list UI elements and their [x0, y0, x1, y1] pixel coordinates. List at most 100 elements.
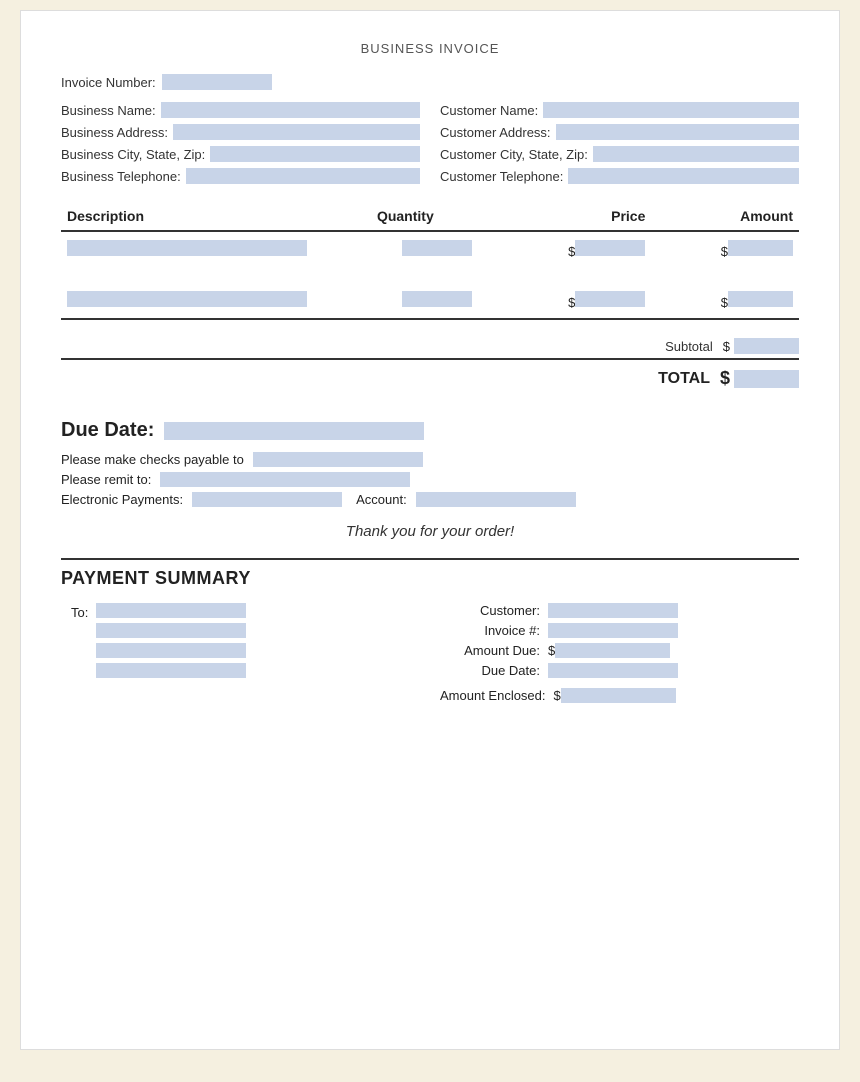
business-city-row: Business City, State, Zip: — [61, 146, 420, 162]
ps-amount-due-field[interactable] — [555, 643, 670, 658]
total-row: TOTAL $ — [61, 358, 799, 399]
ps-to-row: To: — [71, 603, 420, 678]
customer-telephone-field[interactable] — [568, 168, 799, 184]
remit-to-row: Please remit to: — [61, 472, 799, 487]
amount-enclosed-dollar: $ — [554, 688, 561, 703]
item1-qty-cell — [371, 231, 504, 267]
customer-city-field[interactable] — [593, 146, 799, 162]
business-address-field[interactable] — [173, 124, 420, 140]
item1-desc-field[interactable] — [67, 240, 307, 256]
customer-name-field[interactable] — [543, 102, 799, 118]
item1-desc-cell — [61, 231, 371, 267]
item1-price-dollar: $ — [568, 244, 575, 259]
total-dollar: $ — [720, 368, 730, 389]
item2-price-field[interactable] — [575, 291, 645, 307]
business-name-row: Business Name: — [61, 102, 420, 118]
item2-amount-dollar: $ — [721, 295, 728, 310]
ps-invoice-row: Invoice #: — [440, 623, 799, 638]
due-date-row: Due Date: — [61, 419, 799, 442]
page-title: BUSINESS INVOICE — [61, 41, 799, 56]
item1-amount-dollar: $ — [721, 244, 728, 259]
business-telephone-label: Business Telephone: — [61, 169, 181, 184]
business-name-label: Business Name: — [61, 103, 156, 118]
subtotal-row: Subtotal $ — [61, 330, 799, 358]
item1-price-field[interactable] — [575, 240, 645, 256]
ps-to-label: To: — [71, 603, 88, 620]
payment-summary-grid: To: Customer: Invoice #: Amount Due: — [61, 603, 799, 703]
account-field[interactable] — [416, 492, 576, 507]
item2-desc-cell — [61, 283, 371, 319]
table-row: $ $ — [61, 231, 799, 267]
customer-city-row: Customer City, State, Zip: — [440, 146, 799, 162]
customer-name-row: Customer Name: — [440, 102, 799, 118]
col-header-quantity: Quantity — [371, 204, 504, 231]
customer-telephone-label: Customer Telephone: — [440, 169, 563, 184]
ps-left: To: — [61, 603, 420, 703]
thank-you-message: Thank you for your order! — [61, 523, 799, 540]
item2-qty-cell — [371, 283, 504, 319]
business-address-label: Business Address: — [61, 125, 168, 140]
invoice-number-label: Invoice Number: — [61, 75, 156, 90]
col-header-amount: Amount — [651, 204, 799, 231]
amount-enclosed-row: Amount Enclosed: $ — [440, 688, 799, 703]
ps-due-date-field[interactable] — [548, 663, 678, 678]
ps-amount-due-dollar: $ — [548, 643, 555, 658]
ps-invoice-field[interactable] — [548, 623, 678, 638]
checks-payable-label: Please make checks payable to — [61, 452, 244, 467]
ps-invoice-label: Invoice #: — [440, 623, 540, 638]
due-date-label: Due Date: — [61, 419, 154, 442]
item2-desc-field[interactable] — [67, 291, 307, 307]
customer-name-label: Customer Name: — [440, 103, 538, 118]
checks-payable-row: Please make checks payable to — [61, 452, 799, 467]
subtotal-field[interactable] — [734, 338, 799, 354]
item2-amount-cell: $ — [651, 283, 799, 319]
checks-payable-field[interactable] — [253, 452, 423, 467]
ps-right: Customer: Invoice #: Amount Due: $ Due D… — [440, 603, 799, 703]
customer-city-label: Customer City, State, Zip: — [440, 147, 588, 162]
total-label: TOTAL — [590, 370, 710, 388]
amount-enclosed-field[interactable] — [561, 688, 676, 703]
subtotal-dollar: $ — [723, 339, 730, 354]
remit-to-label: Please remit to: — [61, 472, 151, 487]
items-table: Description Quantity Price Amount $ $ — [61, 204, 799, 320]
electronic-field[interactable] — [192, 492, 342, 507]
total-field[interactable] — [734, 370, 799, 388]
item1-qty-field[interactable] — [402, 240, 472, 256]
customer-address-row: Customer Address: — [440, 124, 799, 140]
electronic-label: Electronic Payments: — [61, 492, 183, 507]
item2-price-dollar: $ — [568, 295, 575, 310]
business-telephone-row: Business Telephone: — [61, 168, 420, 184]
item2-amount-field[interactable] — [728, 291, 793, 307]
amount-enclosed-label: Amount Enclosed: — [440, 688, 546, 703]
spacer-row — [61, 267, 799, 283]
item2-qty-field[interactable] — [402, 291, 472, 307]
customer-address-field[interactable] — [556, 124, 799, 140]
ps-amount-due-row: Amount Due: $ — [440, 643, 799, 658]
business-city-label: Business City, State, Zip: — [61, 147, 205, 162]
item1-amount-field[interactable] — [728, 240, 793, 256]
ps-to-field-3[interactable] — [96, 643, 246, 658]
customer-telephone-row: Customer Telephone: — [440, 168, 799, 184]
col-header-description: Description — [61, 204, 371, 231]
remit-to-field[interactable] — [160, 472, 410, 487]
due-date-field[interactable] — [164, 422, 424, 440]
ps-to-field-2[interactable] — [96, 623, 246, 638]
ps-to-field-1[interactable] — [96, 603, 246, 618]
info-grid: Business Name: Customer Name: Business A… — [61, 102, 799, 184]
business-telephone-field[interactable] — [186, 168, 420, 184]
ps-to-field-4[interactable] — [96, 663, 246, 678]
business-city-field[interactable] — [210, 146, 420, 162]
ps-customer-label: Customer: — [440, 603, 540, 618]
ps-due-date-label: Due Date: — [440, 663, 540, 678]
ps-customer-field[interactable] — [548, 603, 678, 618]
invoice-page: BUSINESS INVOICE Invoice Number: Busines… — [20, 10, 840, 1050]
account-label: Account: — [356, 492, 407, 507]
subtotal-label: Subtotal — [593, 339, 713, 354]
ps-amount-due-label: Amount Due: — [440, 643, 540, 658]
electronic-payments-row: Electronic Payments: Account: — [61, 492, 799, 507]
invoice-number-field[interactable] — [162, 74, 272, 90]
business-name-field[interactable] — [161, 102, 420, 118]
subtotal-amount: $ — [723, 338, 799, 354]
ps-due-date-row: Due Date: — [440, 663, 799, 678]
ps-customer-row: Customer: — [440, 603, 799, 618]
